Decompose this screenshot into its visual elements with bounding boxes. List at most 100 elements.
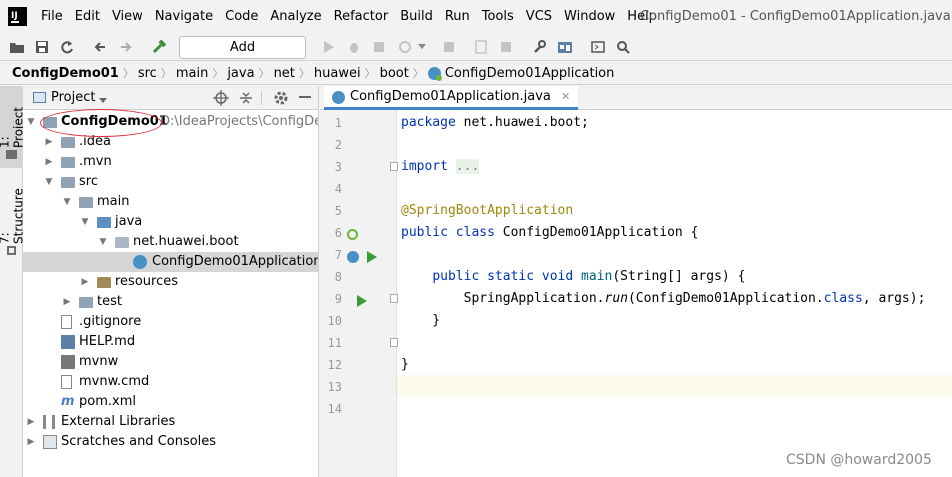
chevron-right-icon: 〉 xyxy=(122,67,134,80)
tree-item-mvnw[interactable]: mvnw xyxy=(23,352,318,372)
tree-item-external-libraries[interactable]: ▶ External Libraries xyxy=(23,412,318,432)
chevron-down-icon[interactable] xyxy=(416,38,428,56)
profile-icon[interactable] xyxy=(396,38,414,56)
chevron-down-icon[interactable]: ▼ xyxy=(43,172,55,192)
folded-imports[interactable]: ... xyxy=(455,159,480,174)
spring-class-gutter-icon[interactable] xyxy=(347,251,359,263)
tree-item-test[interactable]: ▶ test xyxy=(23,292,318,312)
stop-icon[interactable] xyxy=(440,38,458,56)
sync-icon[interactable] xyxy=(58,38,76,56)
fold-marker-icon[interactable] xyxy=(390,162,398,171)
chevron-down-icon[interactable] xyxy=(99,93,107,108)
chevron-right-icon[interactable]: ▶ xyxy=(43,152,55,172)
folder-icon xyxy=(61,137,75,148)
breadcrumb-item-class[interactable]: ConfigDemo01Application xyxy=(445,66,615,81)
code-line[interactable]: import ... xyxy=(401,156,480,178)
collapse-all-icon[interactable] xyxy=(238,90,254,110)
code-line[interactable]: } xyxy=(401,354,409,376)
code-line[interactable]: SpringApplication.run(ConfigDemo01Applic… xyxy=(401,288,926,310)
tree-item-scratches[interactable]: ▶ Scratches and Consoles xyxy=(23,432,318,452)
code-line[interactable]: public static void main(String[] args) { xyxy=(401,266,745,288)
menu-window[interactable]: Window xyxy=(558,0,621,33)
tree-item-resources[interactable]: ▶ resources xyxy=(23,272,318,292)
chevron-right-icon[interactable]: ▶ xyxy=(25,412,37,432)
spring-bean-gutter-icon[interactable] xyxy=(347,229,358,240)
fold-marker-icon[interactable] xyxy=(390,338,398,347)
breadcrumb-item-java[interactable]: java xyxy=(227,66,254,81)
tree-item-mvnw-cmd[interactable]: mvnw.cmd xyxy=(23,372,318,392)
run-gutter-icon[interactable] xyxy=(367,251,379,263)
hide-panel-icon[interactable] xyxy=(299,96,311,98)
breadcrumb-item-src[interactable]: src xyxy=(138,66,157,81)
search-icon[interactable] xyxy=(614,38,632,56)
menu-navigate[interactable]: Navigate xyxy=(149,0,219,33)
line-number: 13 xyxy=(327,380,342,394)
fold-marker-icon[interactable] xyxy=(390,294,398,303)
chevron-right-icon[interactable]: ▶ xyxy=(61,292,73,312)
menu-analyze[interactable]: Analyze xyxy=(264,0,327,33)
save-icon[interactable] xyxy=(33,38,51,56)
tree-item-application-class[interactable]: ConfigDemo01Application xyxy=(23,252,318,272)
menu-refactor[interactable]: Refactor xyxy=(328,0,395,33)
line-number: 5 xyxy=(334,204,342,218)
breadcrumb-item-main[interactable]: main xyxy=(176,66,208,81)
project-panel-title[interactable]: Project xyxy=(51,90,95,105)
tree-item-package[interactable]: ▼ net.huawei.boot xyxy=(23,232,318,252)
breadcrumb-item-huawei[interactable]: huawei xyxy=(314,66,361,81)
attach-icon[interactable] xyxy=(497,38,515,56)
chevron-right-icon: 〉 xyxy=(212,67,224,80)
device-icon[interactable] xyxy=(472,38,490,56)
breadcrumb-item-net[interactable]: net xyxy=(274,66,295,81)
menu-run[interactable]: Run xyxy=(439,0,476,33)
locate-icon[interactable] xyxy=(213,90,229,110)
back-arrow-icon[interactable] xyxy=(91,38,109,56)
chevron-right-icon[interactable]: ▶ xyxy=(25,432,37,452)
breadcrumb-item-project[interactable]: ConfigDemo01 xyxy=(12,66,119,81)
tree-item-gitignore[interactable]: .gitignore xyxy=(23,312,318,332)
tree-item-pom-xml[interactable]: m pom.xml xyxy=(23,392,318,412)
code-line[interactable]: @SpringBootApplication xyxy=(401,200,573,222)
breadcrumb-item-boot[interactable]: boot xyxy=(380,66,409,81)
tree-item-src[interactable]: ▼ src xyxy=(23,172,318,192)
chevron-down-icon[interactable]: ▼ xyxy=(79,212,91,232)
menu-code[interactable]: Code xyxy=(219,0,264,33)
debug-icon[interactable] xyxy=(345,38,363,56)
chevron-down-icon[interactable]: ▼ xyxy=(97,232,109,252)
line-number: 9 xyxy=(334,292,342,306)
code-line[interactable]: public class ConfigDemo01Application { xyxy=(401,222,698,244)
code-line[interactable]: package net.huawei.boot; xyxy=(401,112,589,134)
open-folder-icon[interactable] xyxy=(8,38,26,56)
chevron-right-icon[interactable]: ▶ xyxy=(43,132,55,152)
menu-vcs[interactable]: VCS xyxy=(520,0,558,33)
run-gutter-icon[interactable] xyxy=(357,295,369,307)
tree-item-label: mvnw.cmd xyxy=(79,374,150,389)
menu-edit[interactable]: Edit xyxy=(69,0,106,33)
chevron-right-icon[interactable]: ▶ xyxy=(79,272,91,292)
add-configuration-button[interactable]: Add Configuration... xyxy=(179,36,306,76)
coverage-icon[interactable] xyxy=(370,38,388,56)
project-tool-tab[interactable]: 1: Project xyxy=(0,92,26,148)
tree-item-help-md[interactable]: HELP.md xyxy=(23,332,318,352)
menu-view[interactable]: View xyxy=(106,0,149,33)
terminal-icon[interactable] xyxy=(589,38,607,56)
menu-file[interactable]: File xyxy=(35,0,69,33)
code-line[interactable]: } xyxy=(401,310,440,332)
gear-icon[interactable] xyxy=(273,90,289,110)
close-icon[interactable]: ✕ xyxy=(561,90,570,103)
tree-item-label: src xyxy=(79,174,98,189)
tree-item-java[interactable]: ▼ java xyxy=(23,212,318,232)
structure-tool-tab[interactable]: 7: Structure xyxy=(0,178,26,244)
forward-arrow-icon[interactable] xyxy=(117,38,135,56)
editor-tab-active[interactable]: ConfigDemo01Application.java ✕ xyxy=(324,86,579,110)
run-icon[interactable] xyxy=(320,38,338,56)
tree-item-mvn[interactable]: ▶ .mvn xyxy=(23,152,318,172)
menu-tools[interactable]: Tools xyxy=(476,0,520,33)
settings-wrench-icon[interactable] xyxy=(530,38,548,56)
chevron-down-icon[interactable]: ▼ xyxy=(61,192,73,212)
menu-build[interactable]: Build xyxy=(394,0,439,33)
tree-item-idea[interactable]: ▶ .idea xyxy=(23,132,318,152)
build-hammer-icon[interactable] xyxy=(150,38,168,56)
tree-item-main[interactable]: ▼ main xyxy=(23,192,318,212)
project-structure-icon[interactable] xyxy=(556,38,574,56)
chevron-down-icon[interactable]: ▼ xyxy=(25,112,37,132)
